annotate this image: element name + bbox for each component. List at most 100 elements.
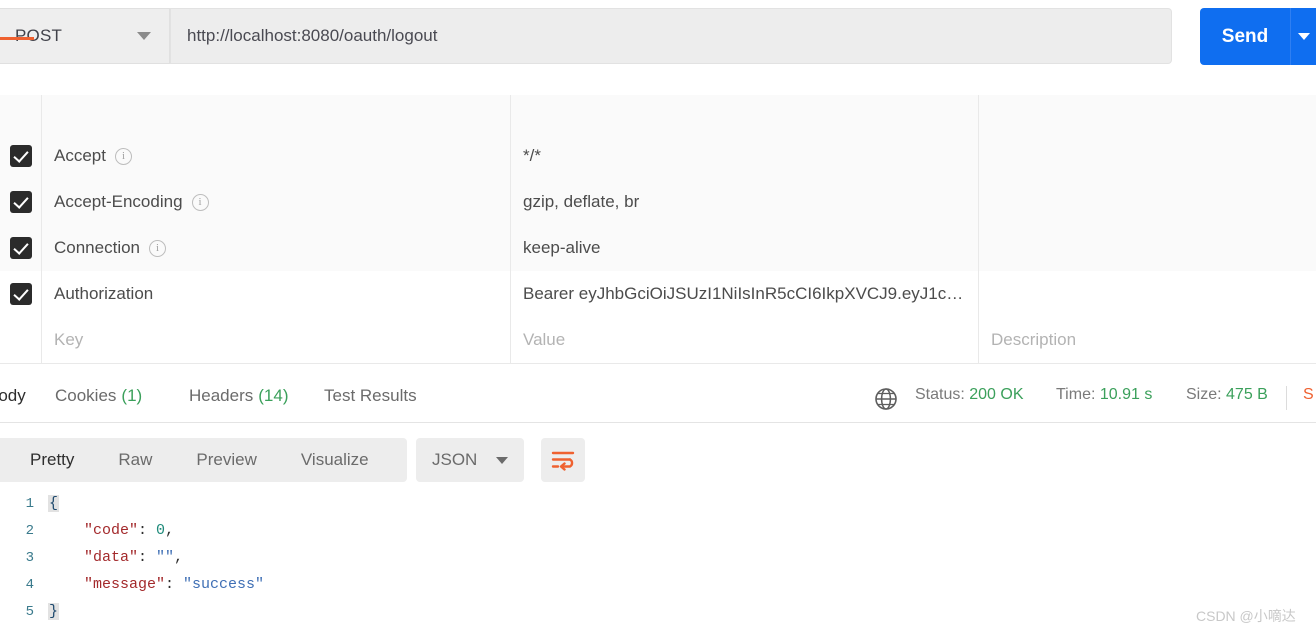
http-method-selector[interactable]: POST bbox=[0, 8, 170, 64]
send-options-button[interactable] bbox=[1290, 8, 1316, 65]
code-token: } bbox=[48, 603, 60, 620]
response-tab-test-results[interactable]: Test Results bbox=[324, 386, 417, 406]
new-header-description-input[interactable]: Description bbox=[979, 317, 1316, 363]
tab-count-badge: (1) bbox=[121, 386, 143, 405]
send-button[interactable]: Send bbox=[1200, 8, 1290, 65]
header-key-text: Connection bbox=[54, 238, 141, 257]
line-number: 1 bbox=[25, 495, 34, 512]
response-language-selector[interactable]: JSON bbox=[416, 438, 524, 482]
info-icon[interactable]: i bbox=[191, 193, 209, 211]
code-token: "" bbox=[156, 549, 175, 566]
response-view-pretty[interactable]: Pretty bbox=[8, 450, 96, 470]
table-row[interactable]: Connection i keep-alive bbox=[0, 225, 1316, 272]
row-checkbox-empty[interactable] bbox=[0, 317, 42, 363]
status-label: Time: bbox=[1056, 386, 1100, 403]
response-view-raw[interactable]: Raw bbox=[96, 450, 174, 470]
code-line: 4 "message": "success" bbox=[0, 571, 1316, 598]
status-label: Size: bbox=[1186, 386, 1227, 403]
table-row[interactable]: Accept i */* bbox=[0, 133, 1316, 180]
code-content: } bbox=[48, 603, 60, 620]
info-icon[interactable]: i bbox=[114, 147, 132, 165]
key-placeholder: Key bbox=[54, 330, 84, 349]
header-value-cell[interactable]: keep-alive bbox=[511, 225, 979, 271]
response-tab-headers[interactable]: Headers (14) bbox=[189, 386, 289, 406]
header-value-cell[interactable]: */* bbox=[511, 133, 979, 179]
checkbox-checked-icon[interactable] bbox=[9, 191, 32, 213]
response-view-preview[interactable]: Preview bbox=[174, 450, 278, 470]
checkbox-checked-icon[interactable] bbox=[9, 283, 32, 305]
header-key-cell[interactable]: Accept i bbox=[42, 133, 511, 179]
row-checkbox[interactable] bbox=[0, 133, 42, 179]
http-method-label: POST bbox=[15, 26, 63, 45]
code-content: "message": "success" bbox=[48, 576, 264, 593]
code-content: "code": 0, bbox=[48, 522, 174, 539]
status-divider bbox=[1286, 386, 1287, 410]
header-key-cell[interactable]: Connection i bbox=[42, 225, 511, 271]
response-body-viewer[interactable]: 1{2 "code": 0, 3 "data": "", 4 "message": … bbox=[0, 490, 1316, 635]
row-checkbox[interactable] bbox=[0, 225, 42, 271]
code-token: , bbox=[174, 549, 184, 566]
row-checkbox[interactable] bbox=[0, 179, 42, 225]
chevron-down-icon bbox=[1298, 33, 1310, 40]
code-token: "success" bbox=[183, 576, 265, 593]
new-header-key-input[interactable]: Key bbox=[42, 317, 511, 363]
header-description-cell[interactable] bbox=[979, 271, 1316, 317]
info-icon[interactable]: i bbox=[149, 239, 167, 257]
line-number: 5 bbox=[25, 603, 34, 620]
wrap-lines-button[interactable] bbox=[541, 438, 585, 482]
code-token: "data" bbox=[84, 549, 139, 566]
tab-label: Body bbox=[0, 386, 26, 405]
response-tab-cookies[interactable]: Cookies (1) bbox=[55, 386, 142, 406]
code-token: : bbox=[138, 522, 157, 539]
save-response-button[interactable]: S bbox=[1303, 386, 1314, 404]
header-description-cell[interactable] bbox=[979, 133, 1316, 179]
code-token: "message" bbox=[84, 576, 166, 593]
header-description-cell[interactable] bbox=[979, 225, 1316, 271]
code-token: 0 bbox=[156, 522, 166, 539]
table-row-new-entry[interactable]: Key Value Description bbox=[0, 317, 1316, 364]
status-size: Size: 475 B bbox=[1186, 386, 1268, 404]
url-input[interactable]: http://localhost:8080/oauth/logout bbox=[170, 8, 1172, 64]
header-key-cell[interactable]: Accept-Encoding i bbox=[42, 179, 511, 225]
line-number: 3 bbox=[25, 549, 34, 566]
header-key-cell[interactable]: Authorization bbox=[42, 271, 511, 317]
active-response-tab-indicator bbox=[0, 37, 34, 40]
response-view-switcher: Pretty Raw Preview Visualize bbox=[0, 438, 407, 482]
headers-table: Accept i */* Accept-Encoding i gzip, deflate,… bbox=[0, 95, 1316, 370]
header-key-text: Accept-Encoding bbox=[54, 192, 183, 211]
response-language-label: JSON bbox=[432, 450, 478, 469]
row-checkbox[interactable] bbox=[0, 271, 42, 317]
response-view-visualize[interactable]: Visualize bbox=[279, 450, 391, 470]
line-number: 2 bbox=[25, 522, 34, 539]
code-token: : bbox=[165, 576, 184, 593]
value-placeholder: Value bbox=[523, 330, 566, 349]
status-time: Time: 10.91 s bbox=[1056, 386, 1152, 404]
header-key-text: Authorization bbox=[54, 284, 154, 303]
checkbox-checked-icon[interactable] bbox=[9, 237, 32, 259]
status-value: 10.91 s bbox=[1099, 386, 1153, 403]
response-tab-body[interactable]: Body bbox=[0, 386, 26, 406]
table-row[interactable]: Accept-Encoding i gzip, deflate, br bbox=[0, 179, 1316, 226]
checkbox-checked-icon[interactable] bbox=[9, 145, 32, 167]
header-value-text: */* bbox=[523, 146, 541, 165]
status-status: Status: 200 OK bbox=[915, 386, 1024, 404]
header-value-cell[interactable]: gzip, deflate, br bbox=[511, 179, 979, 225]
chevron-down-icon bbox=[496, 456, 508, 464]
send-button-label: Send bbox=[1221, 25, 1269, 47]
wrap-lines-icon bbox=[551, 451, 575, 471]
header-value-cell[interactable]: Bearer eyJhbGciOiJSUzI1NiIsInR5cCI6IkpXV… bbox=[511, 271, 979, 317]
request-url-bar: POST http://localhost:8080/oauth/logout … bbox=[0, 0, 1316, 72]
code-line: 5} bbox=[0, 598, 1316, 625]
header-value-text: gzip, deflate, br bbox=[523, 192, 640, 211]
code-line: 1{ bbox=[0, 490, 1316, 517]
header-description-cell[interactable] bbox=[979, 179, 1316, 225]
new-header-value-input[interactable]: Value bbox=[511, 317, 979, 363]
table-row[interactable]: Authorization Bearer eyJhbGciOiJSUzI1NiIs… bbox=[0, 271, 1316, 318]
url-text: http://localhost:8080/oauth/logout bbox=[187, 26, 438, 45]
code-line: 2 "code": 0, bbox=[0, 517, 1316, 544]
code-token: : bbox=[138, 549, 157, 566]
chevron-down-icon bbox=[137, 32, 151, 40]
code-line: 3 "data": "", bbox=[0, 544, 1316, 571]
